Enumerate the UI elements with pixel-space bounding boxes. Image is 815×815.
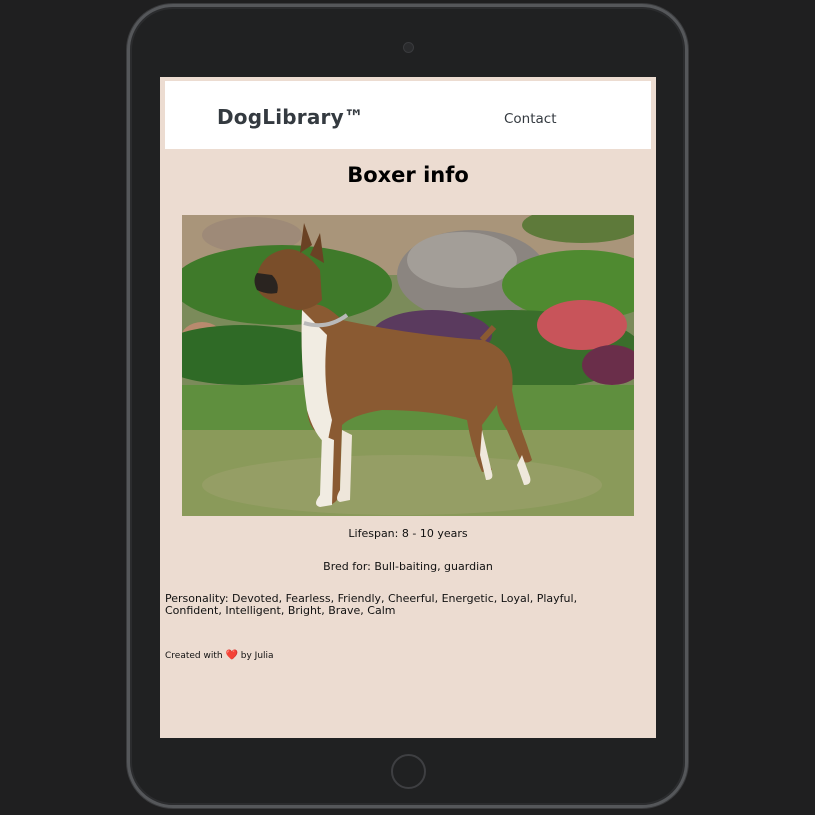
bred-for-text: Bred for: Bull-baiting, guardian xyxy=(323,560,493,573)
lifespan-text: Lifespan: 8 - 10 years xyxy=(348,527,468,540)
screen: DogLibrary™ Contact Boxer info Lifespan:… xyxy=(160,77,656,738)
page-title: Boxer info xyxy=(347,163,469,187)
personality-text: Personality: Devoted, Fearless, Friendly… xyxy=(165,592,578,617)
heart-icon: ❤️ xyxy=(225,650,238,661)
camera-icon xyxy=(403,42,414,53)
footer-prefix: Created with xyxy=(165,651,223,661)
navbar: DogLibrary™ Contact xyxy=(165,81,651,149)
footer-suffix: by Julia xyxy=(240,651,274,661)
brand-logo[interactable]: DogLibrary™ xyxy=(217,105,364,129)
nav-link-contact[interactable]: Contact xyxy=(504,111,557,127)
home-button[interactable] xyxy=(391,754,426,789)
footer: Created with ❤️ by Julia xyxy=(165,650,274,661)
dog-photo xyxy=(182,215,634,516)
